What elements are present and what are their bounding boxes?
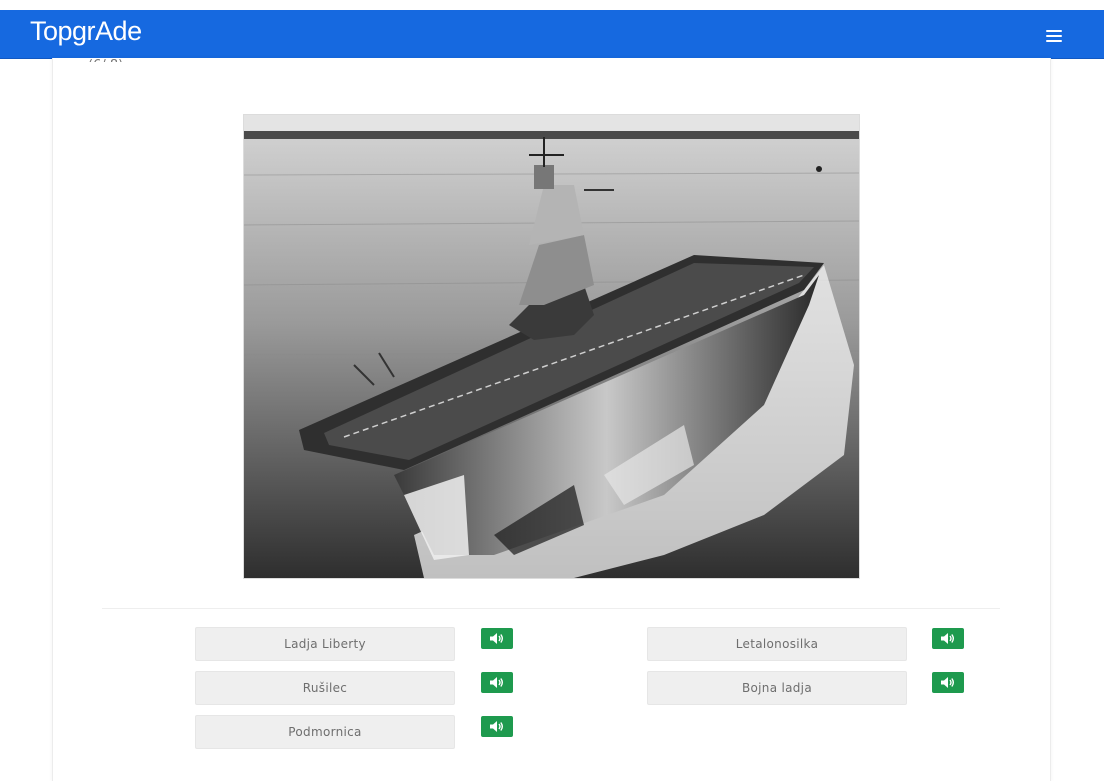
play-sound-button[interactable] bbox=[481, 716, 513, 737]
options-divider bbox=[102, 608, 1000, 609]
hamburger-menu-icon[interactable] bbox=[1046, 30, 1062, 42]
speaker-icon bbox=[490, 677, 503, 688]
speaker-icon bbox=[490, 721, 503, 732]
speaker-icon bbox=[490, 633, 503, 644]
play-sound-button[interactable] bbox=[481, 628, 513, 649]
answer-label: Letalonosilka bbox=[735, 637, 819, 651]
answer-option[interactable]: Podmornica bbox=[195, 715, 455, 749]
play-sound-button[interactable] bbox=[932, 628, 964, 649]
answer-label: Podmornica bbox=[288, 725, 362, 739]
answer-option[interactable]: Bojna ladja bbox=[647, 671, 907, 705]
answer-option[interactable]: Letalonosilka bbox=[647, 627, 907, 661]
question-counter: (6/ 8) bbox=[88, 52, 123, 62]
top-navigation-bar: TopgrAde bbox=[0, 10, 1104, 59]
play-sound-button[interactable] bbox=[481, 672, 513, 693]
answer-option[interactable]: Ladja Liberty bbox=[195, 627, 455, 661]
speaker-icon bbox=[941, 633, 954, 644]
answer-label: Rušilec bbox=[302, 681, 348, 695]
answer-label: Bojna ladja bbox=[742, 681, 812, 695]
answer-option[interactable]: Rušilec bbox=[195, 671, 455, 705]
aircraft-carrier-photo bbox=[243, 114, 860, 579]
topgrade-logo[interactable]: TopgrAde bbox=[30, 16, 142, 47]
logo-text: TopgrAde bbox=[30, 16, 142, 46]
play-sound-button[interactable] bbox=[932, 672, 964, 693]
answer-label: Ladja Liberty bbox=[284, 637, 366, 651]
speaker-icon bbox=[941, 677, 954, 688]
